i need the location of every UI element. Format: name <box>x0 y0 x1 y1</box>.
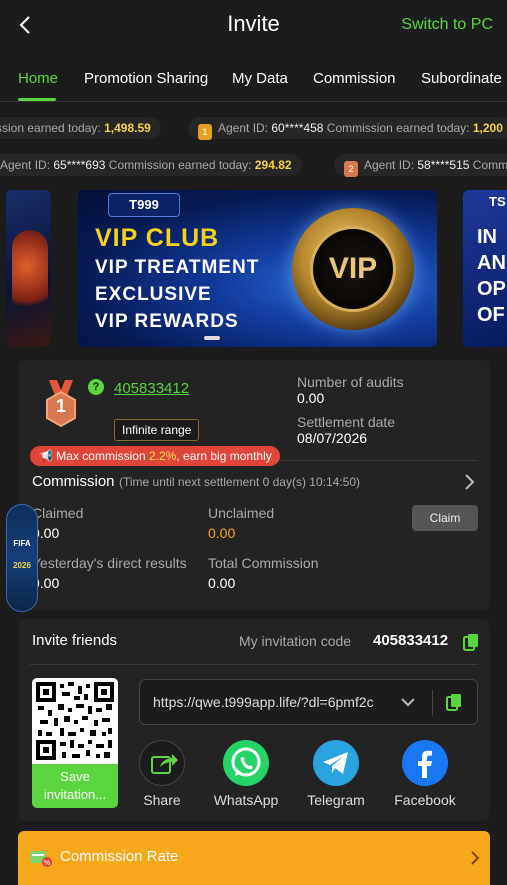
promo-banner-carousel[interactable]: T999 VIP CLUB VIP TREATMENT EXCLUSIVE VI… <box>0 190 507 348</box>
settlement-label: Settlement date <box>297 414 396 430</box>
settlement-countdown: (Time until next settlement 0 day(s) 10:… <box>119 475 360 489</box>
copy-code-icon[interactable] <box>463 633 479 651</box>
app-header: Invite Switch to PC <box>0 0 507 50</box>
range-badge: Infinite range <box>114 419 200 441</box>
ticker-amount: 294.82 <box>254 158 292 172</box>
invitation-code-label: My invitation code <box>239 633 352 649</box>
ticker-agent-id: 60****458 <box>271 121 324 135</box>
level-number: 1 <box>55 396 66 416</box>
earnings-ticker-row-1: ssion earned today: 1,498.59 1 Agent ID: … <box>0 111 507 145</box>
banner-prev-slide[interactable] <box>6 190 51 347</box>
ticker-agent-id: 65****693 <box>53 158 106 172</box>
yesterday-label: Yesterday's direct results <box>32 555 187 571</box>
qr-code <box>32 678 118 764</box>
ticker-item: 1 Agent ID: 60****458 Commission earned t… <box>188 117 507 140</box>
invite-link-text: https://qwe.t999app.life/?dl=6pmf2c <box>153 694 374 710</box>
commission-rate-label: Commission Rate <box>60 848 179 865</box>
facebook-icon <box>402 740 448 786</box>
switch-to-pc-button[interactable]: Switch to PC <box>401 16 493 34</box>
banner-next-slide[interactable]: TS IN AN OP OF <box>463 190 507 347</box>
banner-headline: VIP CLUB <box>95 224 220 252</box>
qr-code-icon <box>36 682 114 760</box>
audits-value: 0.00 <box>297 390 325 406</box>
chevron-right-icon[interactable] <box>462 473 476 491</box>
ticker-amount: 1,498.59 <box>104 121 151 135</box>
max-commission-badge: 📢 Max commission 2.2%, earn big monthly <box>30 446 280 466</box>
carousel-dot-active[interactable] <box>204 336 220 340</box>
divider <box>30 664 478 665</box>
svg-text:%: % <box>44 860 50 867</box>
invite-friends-card: Invite friends My invitation code 405833… <box>18 619 490 821</box>
commission-rate-button[interactable]: % Commission Rate <box>18 831 490 885</box>
save-invitation-label: Save invitation... <box>43 769 107 802</box>
ticker-amount: 1,200 <box>472 121 503 135</box>
share-button[interactable]: Share <box>127 740 197 808</box>
vip-coin-icon: VIP <box>292 208 414 330</box>
telegram-share-button[interactable]: Telegram <box>301 740 371 808</box>
invite-friends-title: Invite friends <box>32 632 118 649</box>
brand-badge: T999 <box>108 193 180 217</box>
agent-id-link[interactable]: 405833412 <box>114 380 189 397</box>
commission-rate-icon: % <box>30 851 52 867</box>
vip-club-banner[interactable]: T999 VIP CLUB VIP TREATMENT EXCLUSIVE VI… <box>78 190 437 347</box>
help-icon[interactable]: ? <box>88 379 104 395</box>
whatsapp-icon <box>223 740 269 786</box>
facebook-share-button[interactable]: Facebook <box>390 740 460 808</box>
banner-line: VIP REWARDS <box>95 311 239 332</box>
invite-link-field[interactable]: https://qwe.t999app.life/?dl=6pmf2c <box>139 679 478 725</box>
divider <box>432 690 433 716</box>
invitation-code: 405833412 <box>373 632 449 649</box>
chevron-down-icon[interactable] <box>400 696 416 708</box>
telegram-icon <box>313 740 359 786</box>
tab-bar: Home Promotion Sharing My Data Commissio… <box>0 58 507 102</box>
ticker-item: 2 Agent ID: 58****515 Comm <box>334 154 507 177</box>
tab-commission[interactable]: Commission <box>313 70 396 87</box>
tab-promotion-sharing[interactable]: Promotion Sharing <box>84 70 208 87</box>
whatsapp-share-button[interactable]: WhatsApp <box>211 740 281 808</box>
settlement-value: 08/07/2026 <box>297 430 368 446</box>
vip-coin-label: VIP <box>310 226 396 312</box>
share-icon <box>139 740 185 786</box>
gold-medal-icon: 1 <box>198 124 212 140</box>
back-arrow-icon[interactable] <box>14 13 38 37</box>
chevron-right-icon <box>471 851 480 865</box>
audits-label: Number of audits <box>297 374 404 390</box>
claim-button[interactable]: Claim <box>412 505 478 531</box>
banner-line: VIP TREATMENT <box>95 257 260 278</box>
unclaimed-value: 0.00 <box>208 525 236 541</box>
claimed-label: Claimed <box>32 505 84 521</box>
total-commission-label: Total Commission <box>208 555 319 571</box>
unclaimed-label: Unclaimed <box>208 505 275 521</box>
ticker-item: ssion earned today: 1,498.59 <box>0 117 161 139</box>
ticker-item: Agent ID: 65****693 Commission earned to… <box>0 154 302 176</box>
earnings-ticker-row-2: Agent ID: 65****693 Commission earned to… <box>0 148 507 182</box>
tab-home[interactable]: Home <box>18 70 58 87</box>
banner-art <box>12 230 48 320</box>
commission-title: Commission <box>32 473 115 490</box>
tab-my-data[interactable]: My Data <box>232 70 288 87</box>
total-commission-value: 0.00 <box>208 575 236 591</box>
fifa-promo-float-button[interactable]: FIFA 2026 <box>6 504 38 612</box>
banner-line: EXCLUSIVE <box>95 284 212 305</box>
bronze-medal-icon: 2 <box>344 161 358 177</box>
commission-card: 1 ? 405833412 Infinite range Number of a… <box>18 360 490 610</box>
active-tab-indicator <box>18 98 56 101</box>
ticker-agent-id: 58****515 <box>417 158 470 172</box>
copy-link-icon[interactable] <box>446 693 462 711</box>
save-invitation-qr[interactable]: Save invitation... <box>32 678 118 808</box>
tab-subordinate[interactable]: Subordinate I <box>421 70 507 87</box>
megaphone-icon: 📢 <box>38 449 53 463</box>
